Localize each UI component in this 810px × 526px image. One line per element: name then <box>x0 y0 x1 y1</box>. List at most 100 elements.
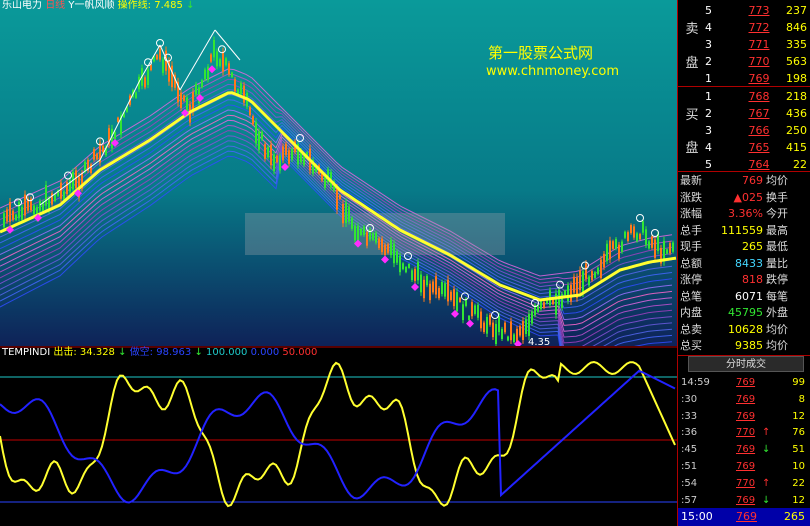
sell-quote-row[interactable]: 5 773 237 <box>678 2 810 19</box>
stat-label: 涨跌 <box>680 190 702 204</box>
candle-body <box>528 314 530 336</box>
buy-quote-row[interactable]: 1 768 218 <box>678 88 810 105</box>
candle-body <box>291 148 293 160</box>
stat-row: 涨跌 ▲025 换手 <box>678 189 810 206</box>
candle-body <box>666 249 668 254</box>
candle-body <box>543 302 545 309</box>
candle-body <box>231 72 233 78</box>
candle-body <box>510 321 512 341</box>
candle-body <box>417 262 419 281</box>
quote-price[interactable]: 773 <box>736 2 782 19</box>
candle-body <box>453 289 455 307</box>
chart-area[interactable]: 4.35 乐山电力 日线 Y一帆风顺 操作线: 7.485 ↓ 第一股票公式网 … <box>0 0 677 526</box>
candle-body <box>486 316 488 334</box>
indicator-name[interactable]: Y一帆风顺 <box>68 0 114 11</box>
candle-body <box>396 251 398 263</box>
candle-body <box>345 202 347 223</box>
sell-quote-row[interactable]: 2 770 563 <box>678 53 810 70</box>
tick-row[interactable]: :57 769 ↓ 12 <box>678 491 810 510</box>
quote-volume: 198 <box>786 72 807 85</box>
candle-body <box>375 232 377 243</box>
candle-body <box>339 194 341 200</box>
quote-price[interactable]: 766 <box>736 122 782 139</box>
stat-row: 总买 9385 均价 <box>678 337 810 354</box>
candle-body <box>258 131 260 150</box>
candle-body <box>444 283 446 297</box>
candle-body <box>261 131 263 140</box>
stat-label-2: 均价 <box>766 322 788 336</box>
quote-level: 4 <box>705 21 712 34</box>
quote-volume: 250 <box>786 124 807 137</box>
candle-body <box>420 274 422 293</box>
candle-body <box>219 59 221 67</box>
stat-value: 111559 <box>721 223 763 237</box>
candle-body <box>567 285 569 302</box>
quote-price[interactable]: 768 <box>736 88 782 105</box>
quote-price[interactable]: 772 <box>736 19 782 36</box>
candle-body <box>360 228 362 236</box>
candle-body <box>117 117 119 122</box>
quote-price[interactable]: 769 <box>736 70 782 87</box>
candle-body <box>513 334 515 343</box>
candle-body <box>210 54 212 62</box>
period-label[interactable]: 日线 <box>45 0 65 11</box>
candle-body <box>390 240 392 256</box>
sell-quote-row[interactable]: 4 772 846 <box>678 19 810 36</box>
stat-label: 内盘 <box>680 306 702 319</box>
candle-body <box>402 263 404 270</box>
candle-body <box>429 283 431 301</box>
candle-body <box>351 218 353 229</box>
quote-price[interactable]: 765 <box>736 139 782 156</box>
stat-value: 265 <box>742 240 763 253</box>
buy-quote-row[interactable]: 2 767 436 <box>678 105 810 122</box>
buy-quote-row[interactable]: 4 765 415 <box>678 139 810 156</box>
candle-body <box>480 311 482 329</box>
candle-body <box>144 77 146 88</box>
indicator-panel-name[interactable]: TEMPINDI <box>2 347 50 358</box>
candle-body <box>594 272 596 278</box>
candle-body <box>18 202 20 219</box>
candle-body <box>6 209 8 222</box>
candle-body <box>648 241 650 249</box>
candle-body <box>393 243 395 264</box>
candle-body <box>651 236 653 248</box>
sell-quote-row[interactable]: 1 769 198 <box>678 70 810 87</box>
candle-body <box>342 203 344 224</box>
candle-body <box>591 271 593 281</box>
candle-body <box>573 276 575 293</box>
stat-label-2: 外盘 <box>766 306 788 319</box>
candle-body <box>618 244 620 259</box>
candle-body <box>378 238 380 249</box>
candle-body <box>96 153 98 160</box>
candle-body <box>234 79 236 92</box>
quote-level: 1 <box>705 90 712 103</box>
indicator-chart[interactable] <box>0 346 677 526</box>
quote-price[interactable]: 767 <box>736 105 782 122</box>
stat-row: 总卖 10628 均价 <box>678 321 810 338</box>
stat-value: ▲025 <box>733 190 763 204</box>
quote-price[interactable]: 770 <box>736 53 782 70</box>
candle-body <box>468 315 470 321</box>
candle-body <box>423 279 425 299</box>
candle-body <box>636 233 638 242</box>
candle-body <box>471 302 473 317</box>
out-arrow: ↓ <box>118 347 127 358</box>
stat-value: 6071 <box>735 289 763 303</box>
quote-price[interactable]: 771 <box>736 36 782 53</box>
sell-quote-row[interactable]: 3 771 335 <box>678 36 810 53</box>
candle-body <box>348 206 350 222</box>
stat-value: 10628 <box>728 322 763 336</box>
candle-body <box>450 291 452 301</box>
candle-body <box>102 145 104 153</box>
tick-tab[interactable]: 分时成交 <box>688 356 804 372</box>
stat-value: 8433 <box>735 256 763 270</box>
candle-body <box>474 305 476 314</box>
stat-label-2: 每笔 <box>766 289 788 303</box>
stat-row: 总笔 6071 每笔 <box>678 288 810 305</box>
candle-body <box>597 267 599 275</box>
candle-body <box>255 122 257 144</box>
candle-body <box>501 328 503 340</box>
buy-quote-row[interactable]: 3 766 250 <box>678 122 810 139</box>
stat-value: 3.36% <box>728 207 763 220</box>
candle-body <box>654 239 656 258</box>
